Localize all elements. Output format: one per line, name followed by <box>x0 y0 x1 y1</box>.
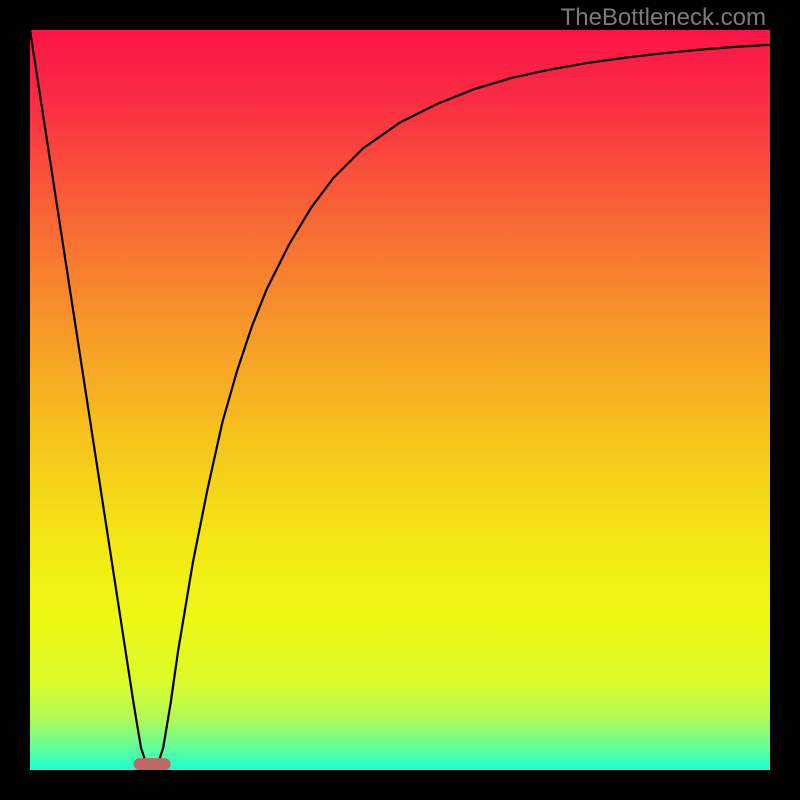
plot-area <box>30 30 770 770</box>
chart-frame: TheBottleneck.com <box>0 0 800 800</box>
optimum-marker <box>134 758 171 770</box>
gradient-background <box>30 30 770 770</box>
watermark-text: TheBottleneck.com <box>561 4 766 32</box>
chart-svg <box>30 30 770 770</box>
